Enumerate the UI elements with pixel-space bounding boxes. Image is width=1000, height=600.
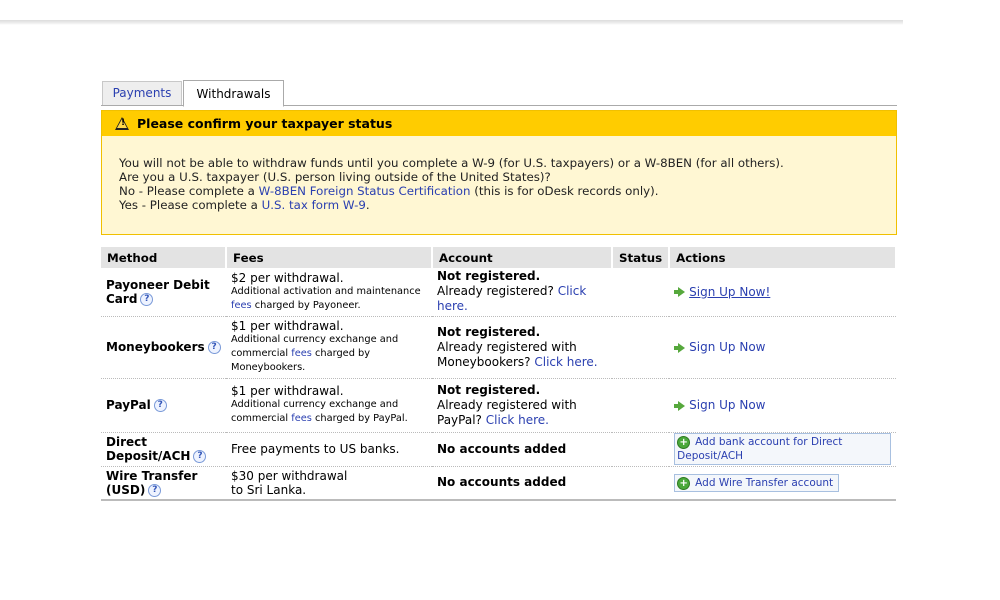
help-icon[interactable]: ? [148, 483, 162, 497]
taxpayer-notice: ! Please confirm your taxpayer status Yo… [101, 110, 897, 235]
fees-link[interactable]: fees [231, 300, 252, 311]
sign-up-link[interactable]: Sign Up Now! [689, 285, 770, 299]
tab-withdrawals[interactable]: Withdrawals [183, 80, 284, 107]
w9-link[interactable]: U.S. tax form W-9 [262, 198, 366, 212]
add-icon: + [677, 436, 691, 449]
col-fees: Fees [226, 247, 433, 268]
col-account: Account [432, 247, 613, 268]
click-here-link[interactable]: Click here. [534, 355, 597, 369]
table-row: PayPal? $1 per withdrawal. Additional cur… [101, 378, 896, 433]
arrow-right-icon [674, 400, 686, 411]
fees-link[interactable]: fees [291, 413, 312, 424]
status-cell [612, 432, 670, 467]
method-name: Payoneer Debit Card [106, 277, 210, 306]
method-name: PayPal [106, 398, 151, 412]
account-status: No accounts added [437, 441, 567, 456]
col-method: Method [101, 247, 227, 268]
table-row: Direct Deposit/ACH? Free payments to US … [101, 432, 896, 467]
status-cell [612, 466, 670, 501]
notice-line: You will not be able to withdraw funds u… [119, 156, 784, 170]
notice-body: You will not be able to withdraw funds u… [102, 136, 896, 212]
notice-title: Please confirm your taxpayer status [137, 116, 393, 131]
table-row: Wire Transfer (USD)? $30 per withdrawal … [101, 466, 896, 501]
table-row: Payoneer Debit Card? $2 per withdrawal. A… [101, 268, 896, 317]
notice-line: Yes - Please complete a U.S. tax form W-… [119, 198, 370, 212]
top-separator [0, 20, 903, 25]
sign-up-link[interactable]: Sign Up Now [689, 340, 765, 354]
status-cell [612, 268, 670, 317]
notice-line: Are you a U.S. taxpayer (U.S. person liv… [119, 170, 551, 184]
col-actions: Actions [669, 247, 897, 268]
help-icon[interactable]: ? [193, 450, 207, 463]
add-bank-account-button[interactable]: + Add bank account for Direct Deposit/ACH [674, 433, 891, 465]
withdrawal-methods-table: Method Fees Account Status Actions Payon… [101, 247, 897, 501]
notice-line: No - Please complete a W-8BEN Foreign St… [119, 184, 659, 198]
add-wire-transfer-button[interactable]: + Add Wire Transfer account [674, 473, 840, 492]
table-row: Moneybookers? $1 per withdrawal. Addition… [101, 316, 896, 379]
sign-up-link[interactable]: Sign Up Now [689, 398, 765, 412]
help-icon[interactable]: ? [153, 399, 167, 412]
help-icon[interactable]: ? [140, 292, 154, 306]
arrow-right-icon [674, 342, 686, 353]
help-icon[interactable]: ? [207, 341, 221, 354]
account-status: Not registered. [437, 324, 541, 339]
method-name: Direct Deposit/ACH [106, 435, 191, 463]
click-here-link[interactable]: Click here. [486, 413, 549, 427]
account-status: Not registered. [437, 269, 541, 284]
fees-link[interactable]: fees [291, 348, 312, 359]
status-cell [612, 316, 670, 379]
add-icon: + [677, 476, 691, 490]
notice-header: ! Please confirm your taxpayer status [102, 111, 896, 136]
tab-payments[interactable]: Payments [102, 81, 182, 105]
col-status: Status [612, 247, 671, 268]
method-name: Moneybookers [106, 340, 205, 354]
table-header-row: Method Fees Account Status Actions [101, 247, 897, 268]
status-cell [612, 378, 670, 433]
account-status: No accounts added [437, 475, 567, 490]
arrow-right-icon [674, 287, 686, 298]
w8ben-link[interactable]: W-8BEN Foreign Status Certification [259, 184, 471, 198]
tab-bar: Payments Withdrawals [101, 80, 897, 107]
account-status: Not registered. [437, 382, 541, 397]
